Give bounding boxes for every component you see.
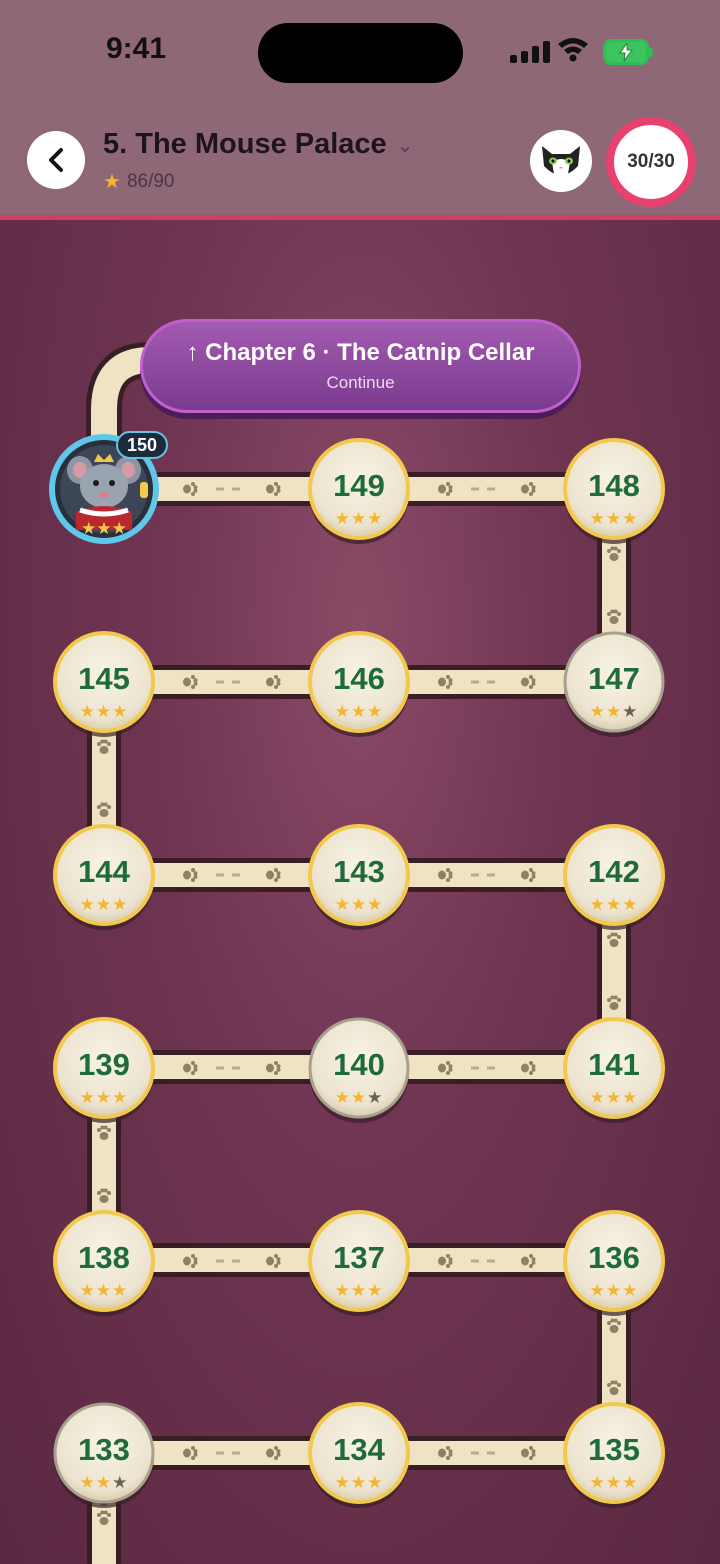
star-icon: ★ bbox=[334, 895, 351, 914]
level-stars: ★★★ bbox=[564, 1473, 664, 1493]
star-icon: ★ bbox=[334, 1088, 351, 1107]
level-stars: ★★★ bbox=[564, 1088, 664, 1108]
level-stars: ★★★ bbox=[564, 1281, 664, 1301]
star-icon: ★ bbox=[112, 1281, 129, 1300]
star-icon: ★ bbox=[622, 1281, 639, 1300]
svg-text:★★★: ★★★ bbox=[81, 519, 127, 539]
level-stars: ★★★ bbox=[54, 702, 154, 722]
star-icon: ★ bbox=[605, 1088, 623, 1107]
star-icon: ★ bbox=[334, 1473, 351, 1492]
level-stars: ★★★ bbox=[309, 1473, 409, 1493]
level-stars: ★★★ bbox=[309, 702, 409, 722]
level-number[interactable]: 141 bbox=[564, 1047, 664, 1083]
star-icon: ★ bbox=[350, 702, 368, 721]
star-icon: ★ bbox=[79, 1281, 96, 1300]
star-icon: ★ bbox=[95, 1473, 113, 1492]
level-stars: ★★★ bbox=[309, 1281, 409, 1301]
star-icon: ★ bbox=[79, 1088, 96, 1107]
star-icon: ★ bbox=[605, 895, 623, 914]
star-icon: ★ bbox=[350, 509, 368, 528]
star-icon: ★ bbox=[79, 702, 96, 721]
next-chapter-title: ↑ Chapter 6 · The Catnip Cellar bbox=[186, 339, 535, 366]
level-stars: ★★★ bbox=[309, 509, 409, 529]
level-stars: ★★★ bbox=[309, 895, 409, 915]
star-icon: ★ bbox=[589, 1473, 606, 1492]
star-icon: ★ bbox=[367, 895, 384, 914]
star-icon: ★ bbox=[367, 509, 384, 528]
star-icon: ★ bbox=[589, 1281, 606, 1300]
level-stars: ★★★ bbox=[564, 895, 664, 915]
level-number[interactable]: 143 bbox=[309, 854, 409, 890]
star-icon: ★ bbox=[95, 1088, 113, 1107]
star-icon: ★ bbox=[622, 1473, 639, 1492]
star-icon: ★ bbox=[605, 509, 623, 528]
star-icon: ★ bbox=[79, 895, 96, 914]
empty-star-icon: ★ bbox=[367, 1088, 384, 1107]
star-icon: ★ bbox=[589, 702, 606, 721]
empty-star-icon: ★ bbox=[622, 702, 639, 721]
star-icon: ★ bbox=[589, 895, 606, 914]
star-icon: ★ bbox=[334, 509, 351, 528]
level-number[interactable]: 142 bbox=[564, 854, 664, 890]
level-number[interactable]: 146 bbox=[309, 661, 409, 697]
star-icon: ★ bbox=[95, 702, 113, 721]
star-icon: ★ bbox=[79, 1473, 96, 1492]
level-stars: ★★★ bbox=[564, 509, 664, 529]
star-icon: ★ bbox=[112, 895, 129, 914]
star-icon: ★ bbox=[367, 1473, 384, 1492]
star-icon: ★ bbox=[112, 1088, 129, 1107]
star-icon: ★ bbox=[350, 1088, 368, 1107]
level-number[interactable]: 135 bbox=[564, 1432, 664, 1468]
current-level-badge: 150 bbox=[116, 431, 168, 459]
level-stars: ★★★ bbox=[54, 895, 154, 915]
level-number[interactable]: 133 bbox=[54, 1432, 154, 1468]
level-stars: ★★★ bbox=[54, 1088, 154, 1108]
level-map: ★★★ bbox=[49, 342, 665, 1564]
level-number[interactable]: 147 bbox=[564, 661, 664, 697]
level-number[interactable]: 137 bbox=[309, 1240, 409, 1276]
level-number[interactable]: 148 bbox=[564, 468, 664, 504]
level-number[interactable]: 144 bbox=[54, 854, 154, 890]
star-icon: ★ bbox=[589, 509, 606, 528]
star-icon: ★ bbox=[112, 702, 129, 721]
star-icon: ★ bbox=[350, 895, 368, 914]
star-icon: ★ bbox=[334, 1281, 351, 1300]
star-icon: ★ bbox=[589, 1088, 606, 1107]
star-icon: ★ bbox=[605, 1281, 623, 1300]
star-icon: ★ bbox=[334, 702, 351, 721]
star-icon: ★ bbox=[622, 1088, 639, 1107]
level-stars: ★★★ bbox=[54, 1281, 154, 1301]
level-number[interactable]: 139 bbox=[54, 1047, 154, 1083]
star-icon: ★ bbox=[350, 1473, 368, 1492]
star-icon: ★ bbox=[367, 1281, 384, 1300]
level-number[interactable]: 134 bbox=[309, 1432, 409, 1468]
level-stars: ★★★ bbox=[564, 702, 664, 722]
level-number[interactable]: 136 bbox=[564, 1240, 664, 1276]
star-icon: ★ bbox=[95, 1281, 113, 1300]
level-number[interactable]: 149 bbox=[309, 468, 409, 504]
level-number[interactable]: 140 bbox=[309, 1047, 409, 1083]
continue-label: Continue bbox=[326, 373, 395, 392]
star-icon: ★ bbox=[605, 1473, 623, 1492]
star-icon: ★ bbox=[95, 895, 113, 914]
level-stars: ★★★ bbox=[309, 1088, 409, 1108]
star-icon: ★ bbox=[350, 1281, 368, 1300]
empty-star-icon: ★ bbox=[112, 1473, 129, 1492]
star-icon: ★ bbox=[605, 702, 623, 721]
star-icon: ★ bbox=[367, 702, 384, 721]
level-number[interactable]: 138 bbox=[54, 1240, 154, 1276]
level-number[interactable]: 145 bbox=[54, 661, 154, 697]
level-stars: ★★★ bbox=[54, 1473, 154, 1493]
star-icon: ★ bbox=[622, 895, 639, 914]
star-icon: ★ bbox=[622, 509, 639, 528]
next-chapter-button[interactable]: ↑ Chapter 6 · The Catnip Cellar Continue bbox=[140, 319, 581, 413]
